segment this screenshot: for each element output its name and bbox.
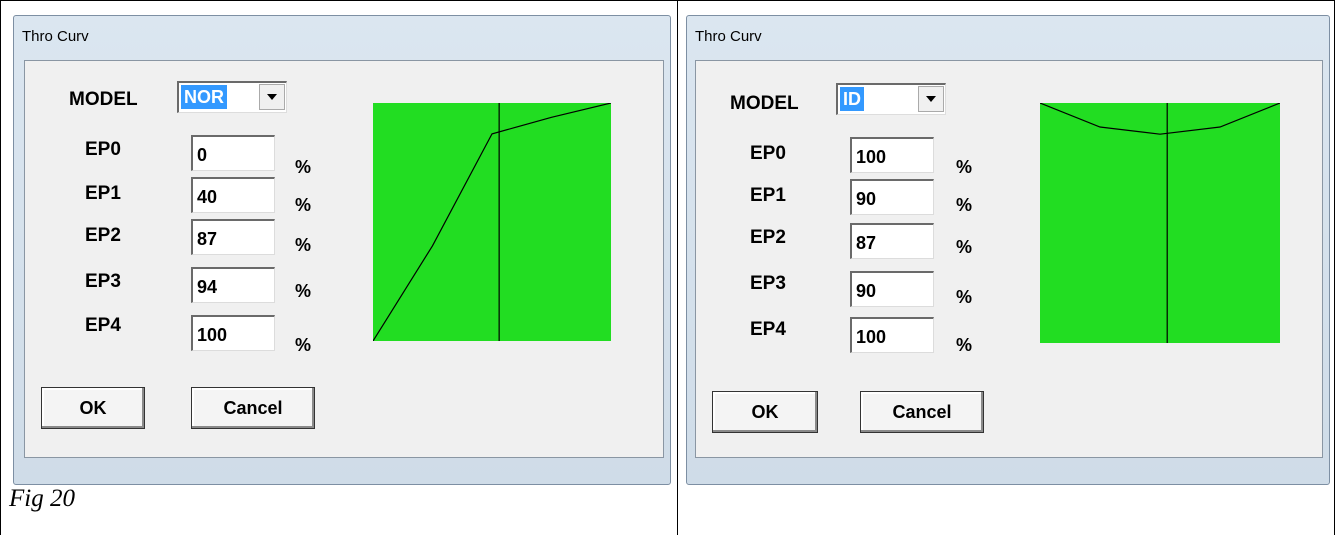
dialog-title: Thro Curv — [22, 28, 89, 45]
ep4-field[interactable]: 100 — [191, 315, 275, 351]
throttle-curve-graph — [373, 103, 611, 341]
figure-caption: Fig 20 — [9, 485, 75, 512]
ep2-percent: % — [295, 235, 312, 255]
ep3-label: EP3 — [85, 271, 121, 292]
throttle-curve-dialog-nor: Thro Curv MODEL NOR EP0 0 % EP1 40 % EP2… — [13, 15, 671, 485]
ep0-label: EP0 — [750, 143, 786, 164]
ep1-label: EP1 — [85, 183, 121, 204]
ep4-label: EP4 — [85, 315, 121, 336]
ep2-label: EP2 — [750, 227, 786, 248]
ep3-label: EP3 — [750, 273, 786, 294]
ep3-percent: % — [956, 287, 973, 307]
cancel-button[interactable]: Cancel — [191, 387, 315, 429]
ep1-percent: % — [956, 195, 973, 215]
ep2-field[interactable]: 87 — [850, 223, 934, 259]
ep3-field[interactable]: 90 — [850, 271, 934, 307]
figure-cell-right: Thro Curv MODEL ID EP0 100 % EP1 90 % EP… — [677, 0, 1335, 535]
model-select-value: ID — [840, 87, 864, 111]
cancel-button[interactable]: Cancel — [860, 391, 984, 433]
ep0-percent: % — [956, 157, 973, 177]
dialog-title: Thro Curv — [695, 28, 762, 45]
ep1-percent: % — [295, 195, 312, 215]
ep4-percent: % — [295, 335, 312, 355]
model-label: MODEL — [69, 89, 138, 110]
ep1-field[interactable]: 40 — [191, 177, 275, 213]
chevron-down-icon[interactable] — [918, 86, 944, 112]
model-select-value: NOR — [181, 85, 227, 109]
ep2-percent: % — [956, 237, 973, 257]
model-select[interactable]: NOR — [177, 81, 287, 113]
figure-cell-left: Thro Curv MODEL NOR EP0 0 % EP1 40 % EP2… — [0, 0, 677, 535]
ep1-label: EP1 — [750, 185, 786, 206]
model-select[interactable]: ID — [836, 83, 946, 115]
ep0-field[interactable]: 0 — [191, 135, 275, 171]
ok-button[interactable]: OK — [712, 391, 818, 433]
ep1-field[interactable]: 90 — [850, 179, 934, 215]
ok-button[interactable]: OK — [41, 387, 145, 429]
ep0-field[interactable]: 100 — [850, 137, 934, 173]
throttle-curve-dialog-id: Thro Curv MODEL ID EP0 100 % EP1 90 % EP… — [686, 15, 1330, 485]
throttle-curve-line — [373, 103, 611, 341]
dialog-body: MODEL NOR EP0 0 % EP1 40 % EP2 87 % EP3 … — [24, 60, 664, 458]
ep2-field[interactable]: 87 — [191, 219, 275, 255]
throttle-curve-graph — [1040, 103, 1280, 343]
ep4-percent: % — [956, 335, 973, 355]
chevron-down-icon[interactable] — [259, 84, 285, 110]
curve-svg — [373, 103, 611, 341]
ep0-label: EP0 — [85, 139, 121, 160]
dialog-body: MODEL ID EP0 100 % EP1 90 % EP2 87 % EP3… — [695, 60, 1323, 458]
throttle-curve-line — [1040, 103, 1280, 135]
ep2-label: EP2 — [85, 225, 121, 246]
model-label: MODEL — [730, 93, 799, 114]
ep4-field[interactable]: 100 — [850, 317, 934, 353]
ep3-field[interactable]: 94 — [191, 267, 275, 303]
ep3-percent: % — [295, 281, 312, 301]
ep0-percent: % — [295, 157, 312, 177]
ep4-label: EP4 — [750, 319, 786, 340]
curve-svg — [1040, 103, 1280, 343]
